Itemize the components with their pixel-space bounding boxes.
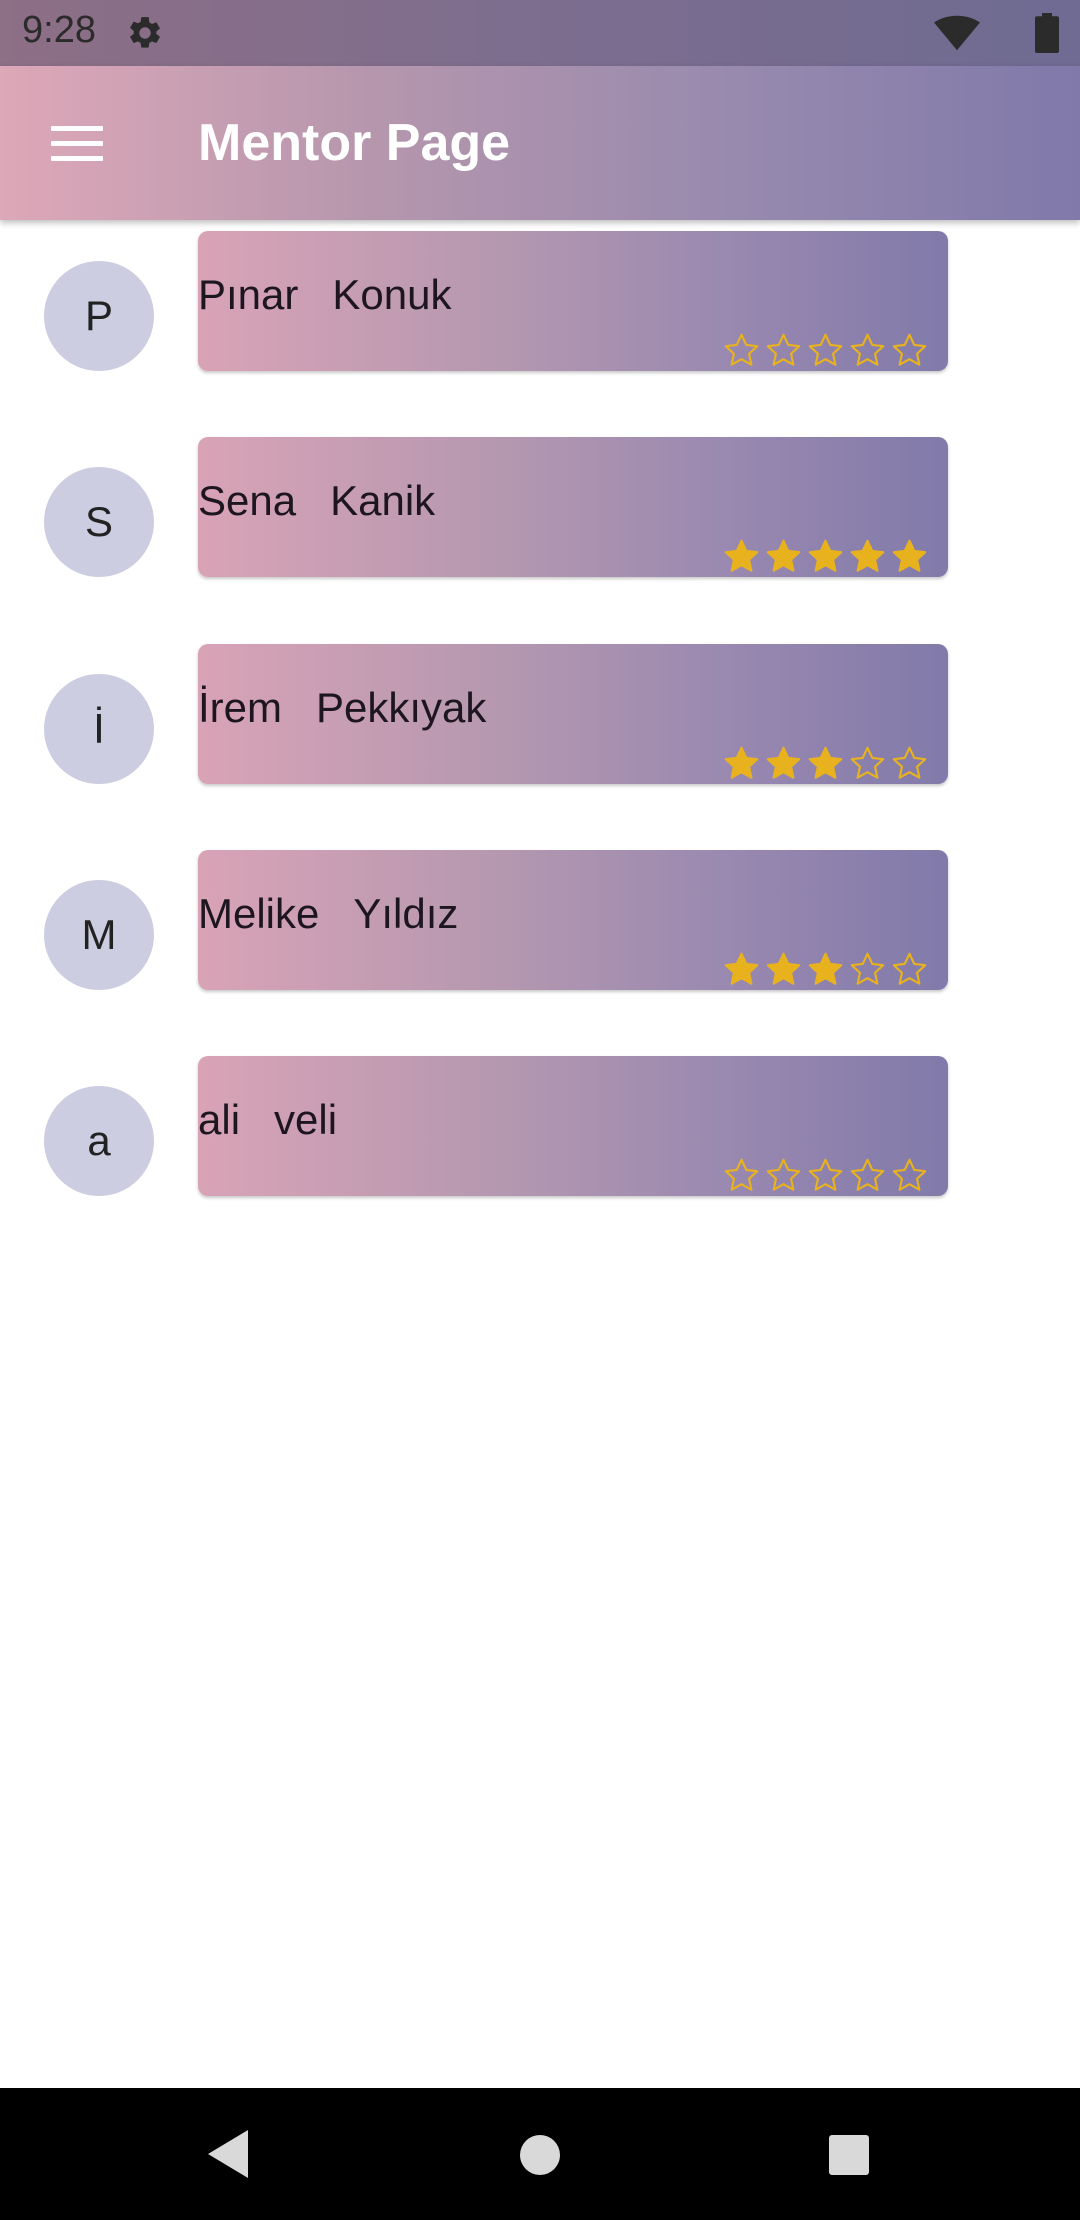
mentor-row[interactable]: İ İrem Pekkıyak — [0, 644, 1080, 784]
system-nav-bar — [0, 2088, 1080, 2220]
mentor-first-name: İrem — [198, 684, 282, 731]
star-outline-icon[interactable] — [723, 332, 760, 369]
star-filled-icon[interactable] — [765, 538, 802, 575]
star-filled-icon[interactable] — [849, 538, 886, 575]
hamburger-menu-icon[interactable] — [32, 110, 122, 176]
battery-icon — [1035, 13, 1059, 53]
mentor-card[interactable]: Pınar Konuk — [198, 231, 948, 371]
star-filled-icon[interactable] — [891, 538, 928, 575]
page-title: Mentor Page — [198, 114, 511, 172]
star-outline-icon[interactable] — [849, 1157, 886, 1194]
mentor-row[interactable]: S Sena Kanik — [0, 437, 1080, 577]
avatar: S — [44, 467, 154, 577]
star-filled-icon[interactable] — [765, 951, 802, 988]
mentor-last-name: veli — [274, 1096, 338, 1143]
star-outline-icon[interactable] — [891, 1157, 928, 1194]
mentor-first-name: Pınar — [198, 271, 299, 318]
wifi-icon — [934, 15, 980, 51]
mentor-row[interactable]: M Melike Yıldız — [0, 850, 1080, 990]
star-filled-icon[interactable] — [807, 951, 844, 988]
mentor-last-name: Konuk — [332, 271, 452, 318]
star-outline-icon[interactable] — [765, 332, 802, 369]
avatar: M — [44, 880, 154, 990]
settings-gear-icon — [130, 17, 160, 48]
mentor-name: Sena Kanik — [198, 477, 469, 525]
mentor-first-name: ali — [198, 1096, 241, 1143]
star-outline-icon[interactable] — [765, 1157, 802, 1194]
status-time: 9:28 — [22, 9, 96, 51]
star-filled-icon[interactable] — [723, 538, 760, 575]
star-filled-icon[interactable] — [723, 745, 760, 782]
star-outline-icon[interactable] — [891, 332, 928, 369]
star-outline-icon[interactable] — [849, 951, 886, 988]
mentor-card[interactable]: Melike Yıldız — [198, 850, 948, 990]
avatar: a — [44, 1086, 154, 1196]
app-bar: Mentor Page — [0, 66, 1080, 220]
mentor-first-name: Melike — [198, 890, 320, 937]
star-outline-icon[interactable] — [723, 1157, 760, 1194]
mentor-name: Melike Yıldız — [198, 890, 492, 938]
home-icon[interactable] — [519, 2134, 561, 2176]
star-outline-icon[interactable] — [807, 1157, 844, 1194]
rating-stars[interactable] — [723, 538, 928, 575]
star-filled-icon[interactable] — [723, 951, 760, 988]
status-bar: 9:28 — [0, 0, 1080, 66]
rating-stars[interactable] — [723, 1157, 928, 1194]
mentor-name: İrem Pekkıyak — [198, 684, 520, 732]
star-filled-icon[interactable] — [807, 538, 844, 575]
star-outline-icon[interactable] — [807, 332, 844, 369]
recent-apps-icon[interactable] — [828, 2134, 870, 2176]
mentor-card[interactable]: Sena Kanik — [198, 437, 948, 577]
rating-stars[interactable] — [723, 951, 928, 988]
star-outline-icon[interactable] — [849, 745, 886, 782]
rating-stars[interactable] — [723, 332, 928, 369]
back-icon[interactable] — [204, 2128, 250, 2180]
mentor-row[interactable]: P Pınar Konuk — [0, 231, 1080, 371]
mentor-row[interactable]: a ali veli — [0, 1056, 1080, 1196]
mentor-last-name: Kanik — [330, 477, 436, 524]
mentor-card[interactable]: İrem Pekkıyak — [198, 644, 948, 784]
star-filled-icon[interactable] — [807, 745, 844, 782]
mentor-last-name: Pekkıyak — [316, 684, 487, 731]
mentor-name: ali veli — [198, 1096, 371, 1144]
rating-stars[interactable] — [723, 745, 928, 782]
star-filled-icon[interactable] — [765, 745, 802, 782]
mentor-name: Pınar Konuk — [198, 271, 485, 319]
mentor-card[interactable]: ali veli — [198, 1056, 948, 1196]
star-outline-icon[interactable] — [891, 745, 928, 782]
mentor-first-name: Sena — [198, 477, 297, 524]
avatar: P — [44, 261, 154, 371]
star-outline-icon[interactable] — [849, 332, 886, 369]
mentor-last-name: Yıldız — [353, 890, 459, 937]
avatar: İ — [44, 674, 154, 784]
star-outline-icon[interactable] — [891, 951, 928, 988]
